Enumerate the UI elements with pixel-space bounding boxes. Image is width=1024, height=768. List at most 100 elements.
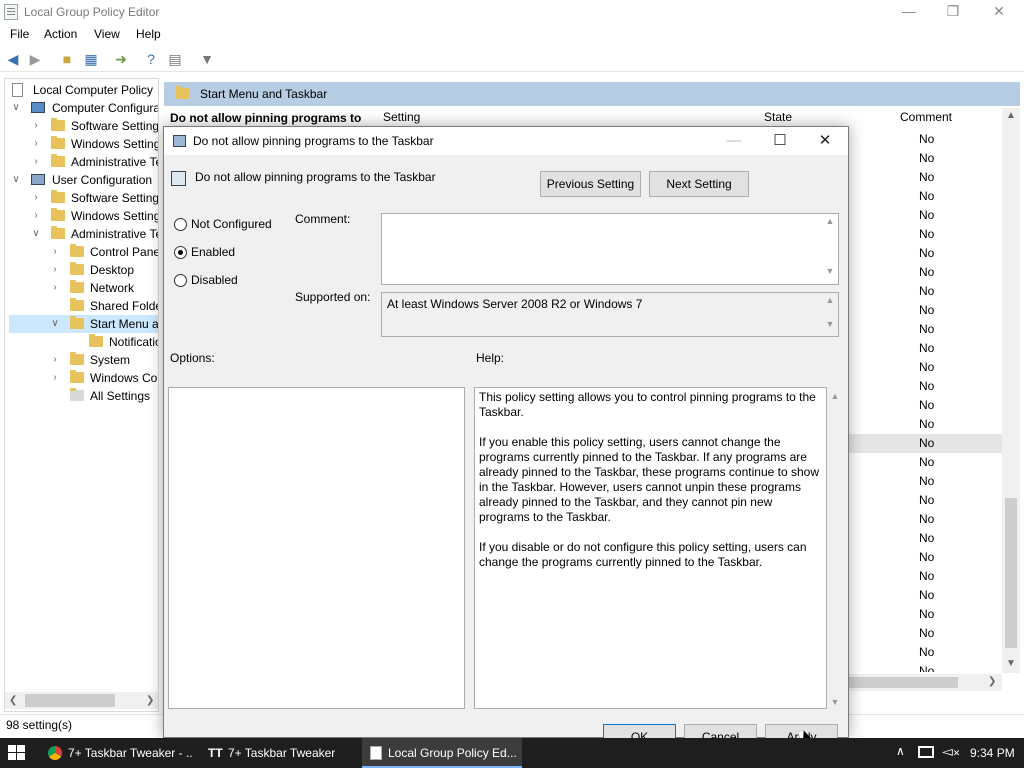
scrollbar-thumb[interactable] bbox=[1005, 498, 1017, 648]
scroll-up-icon[interactable]: ▲ bbox=[822, 295, 838, 305]
list-item[interactable]: No bbox=[848, 510, 1002, 529]
list-item[interactable]: No bbox=[848, 586, 1002, 605]
help-scrollbar[interactable]: ▲ ▼ bbox=[827, 387, 843, 709]
scrollbar-thumb[interactable] bbox=[848, 677, 958, 688]
list-item[interactable]: No bbox=[848, 358, 1002, 377]
list-item[interactable]: No bbox=[848, 567, 1002, 586]
list-item[interactable]: No bbox=[848, 377, 1002, 396]
list-item[interactable]: No bbox=[848, 263, 1002, 282]
list-item[interactable]: No bbox=[848, 624, 1002, 643]
help-icon[interactable]: ? bbox=[142, 50, 160, 68]
filter-icon[interactable]: ▼ bbox=[198, 50, 216, 68]
list-item[interactable]: No bbox=[848, 244, 1002, 263]
list-item[interactable]: No bbox=[848, 548, 1002, 567]
list-item[interactable]: No bbox=[848, 415, 1002, 434]
menu-help[interactable]: Help bbox=[136, 27, 161, 41]
list-item[interactable]: No bbox=[848, 491, 1002, 510]
clock[interactable]: 9:34 PM bbox=[970, 746, 1015, 760]
chevron-right-icon[interactable]: › bbox=[31, 207, 41, 225]
up-folder-icon[interactable]: ■ bbox=[58, 50, 76, 68]
list-item[interactable]: No bbox=[848, 643, 1002, 662]
list-horizontal-scrollbar[interactable]: ❯ bbox=[848, 674, 1002, 691]
next-setting-button[interactable]: Next Setting bbox=[649, 171, 749, 197]
chevron-right-icon[interactable]: › bbox=[31, 153, 41, 171]
chevron-right-icon[interactable]: › bbox=[31, 117, 41, 135]
close-icon[interactable]: ✕ bbox=[802, 127, 848, 155]
list-item[interactable]: No bbox=[848, 396, 1002, 415]
chevron-down-icon[interactable]: ∨ bbox=[11, 171, 21, 189]
taskbar-item-chrome[interactable]: 7+ Taskbar Tweaker - ... bbox=[40, 738, 192, 768]
chevron-down-icon[interactable]: ∨ bbox=[50, 315, 60, 333]
list-item-selected[interactable]: No bbox=[848, 434, 1002, 453]
comment-scrollbar[interactable]: ▲ ▼ bbox=[822, 214, 838, 284]
scroll-down-icon[interactable]: ▼ bbox=[827, 697, 843, 707]
windows-start-icon[interactable] bbox=[8, 745, 26, 761]
scroll-right-icon[interactable]: ❯ bbox=[988, 676, 996, 687]
chevron-right-icon[interactable]: › bbox=[31, 135, 41, 153]
menu-file[interactable]: File bbox=[10, 27, 29, 41]
scroll-down-icon[interactable]: ▼ bbox=[1006, 658, 1016, 669]
list-item[interactable]: No bbox=[848, 605, 1002, 624]
back-arrow-icon[interactable]: ◀ bbox=[4, 50, 22, 68]
column-comment[interactable]: Comment bbox=[900, 110, 952, 124]
chevron-right-icon[interactable]: › bbox=[50, 261, 60, 279]
restore-icon[interactable]: ❐ bbox=[930, 0, 976, 24]
list-item[interactable]: No bbox=[848, 301, 1002, 320]
scroll-down-icon[interactable]: ▼ bbox=[822, 319, 838, 329]
menu-view[interactable]: View bbox=[94, 27, 120, 41]
column-setting[interactable]: Setting bbox=[383, 110, 420, 124]
network-icon[interactable] bbox=[918, 746, 934, 758]
scroll-up-icon[interactable]: ▲ bbox=[1006, 110, 1016, 121]
scroll-up-icon[interactable]: ▲ bbox=[827, 391, 843, 401]
list-item[interactable]: No bbox=[848, 149, 1002, 168]
chevron-right-icon[interactable]: › bbox=[50, 279, 60, 297]
list-vertical-scrollbar[interactable]: ▲ ▼ bbox=[1002, 108, 1020, 673]
tree-horizontal-scrollbar[interactable]: ❮ ❯ bbox=[5, 692, 158, 709]
volume-muted-icon[interactable]: ◅✕ bbox=[942, 743, 960, 760]
list-item[interactable]: No bbox=[848, 168, 1002, 187]
list-item[interactable]: No bbox=[848, 529, 1002, 548]
column-state[interactable]: State bbox=[764, 110, 792, 124]
scrollbar-thumb[interactable] bbox=[25, 694, 115, 707]
comment-textarea[interactable]: ▲ ▼ bbox=[381, 213, 839, 285]
show-hide-tree-icon[interactable]: ▦ bbox=[82, 50, 100, 68]
taskbar-item-taskbar-tweaker[interactable]: TT 7+ Taskbar Tweaker bbox=[200, 738, 360, 768]
supported-on-scrollbar[interactable]: ▲ ▼ bbox=[822, 293, 838, 336]
list-item[interactable]: No bbox=[848, 320, 1002, 339]
list-item[interactable]: No bbox=[848, 453, 1002, 472]
chevron-right-icon[interactable]: › bbox=[50, 351, 60, 369]
previous-setting-button[interactable]: Previous Setting bbox=[540, 171, 641, 197]
export-list-icon[interactable]: ➜ bbox=[112, 50, 130, 68]
menu-action[interactable]: Action bbox=[44, 27, 77, 41]
taskbar-item-group-policy-editor[interactable]: Local Group Policy Ed... bbox=[362, 738, 522, 768]
properties-icon[interactable]: ▤ bbox=[166, 50, 184, 68]
scroll-left-icon[interactable]: ❮ bbox=[9, 695, 17, 706]
chevron-right-icon[interactable]: › bbox=[50, 369, 60, 387]
show-hidden-icons-icon[interactable]: ∧ bbox=[896, 744, 905, 758]
scroll-right-icon[interactable]: ❯ bbox=[146, 695, 154, 706]
tree-item-start-menu-and-taskbar[interactable]: ∨ Start Menu ar bbox=[9, 315, 158, 333]
scroll-up-icon[interactable]: ▲ bbox=[822, 216, 838, 226]
list-item[interactable]: No bbox=[848, 187, 1002, 206]
radio-enabled-label[interactable]: Enabled bbox=[191, 245, 235, 259]
close-icon[interactable]: ✕ bbox=[976, 0, 1022, 24]
list-item[interactable]: No bbox=[848, 206, 1002, 225]
maximize-icon[interactable]: ☐ bbox=[757, 127, 803, 155]
radio-not-configured[interactable] bbox=[174, 218, 187, 231]
chevron-down-icon[interactable]: ∨ bbox=[31, 225, 41, 243]
chevron-right-icon[interactable]: › bbox=[50, 243, 60, 261]
chevron-right-icon[interactable]: › bbox=[31, 189, 41, 207]
radio-disabled[interactable] bbox=[174, 274, 187, 287]
radio-not-configured-label[interactable]: Not Configured bbox=[191, 217, 272, 231]
chevron-down-icon[interactable]: ∨ bbox=[11, 99, 21, 117]
list-item[interactable]: No bbox=[848, 282, 1002, 301]
scroll-down-icon[interactable]: ▼ bbox=[822, 266, 838, 276]
list-item[interactable]: No bbox=[848, 130, 1002, 149]
radio-enabled[interactable] bbox=[174, 246, 187, 259]
list-item[interactable]: No bbox=[848, 662, 1002, 672]
list-item[interactable]: No bbox=[848, 339, 1002, 358]
list-item[interactable]: No bbox=[848, 225, 1002, 244]
forward-arrow-icon[interactable]: ▶ bbox=[26, 50, 44, 68]
minimize-icon[interactable]: — bbox=[886, 0, 932, 24]
list-item[interactable]: No bbox=[848, 472, 1002, 491]
